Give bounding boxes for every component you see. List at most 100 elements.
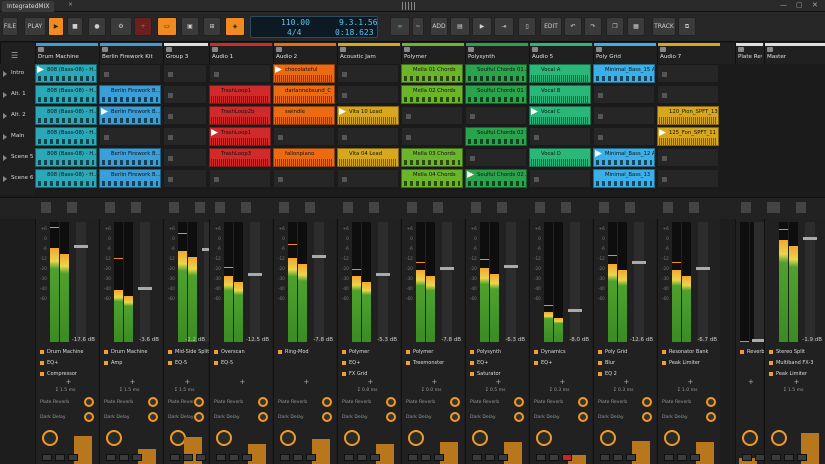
- clip[interactable]: 808 (Bass-08) - H...: [35, 85, 97, 104]
- clip-slot[interactable]: [99, 64, 161, 83]
- device-power-icon[interactable]: [168, 349, 172, 354]
- mixer-io-icon[interactable]: [741, 202, 751, 213]
- device-slot[interactable]: Ring-Mod: [278, 349, 309, 355]
- mute-button[interactable]: [600, 454, 610, 461]
- minimize-icon[interactable]: —: [780, 1, 787, 9]
- scene-launch-icon[interactable]: [3, 176, 7, 182]
- slot-stop-icon[interactable]: [598, 93, 603, 98]
- clip[interactable]: Minimal_Bass_12 A: [593, 148, 655, 167]
- mixer-view-icon[interactable]: [131, 202, 141, 213]
- mixer-view-icon[interactable]: [689, 202, 699, 213]
- clip[interactable]: Berlin Firework B...: [99, 85, 161, 104]
- shuffle-icon[interactable]: ~: [412, 17, 424, 36]
- mixer-io-icon[interactable]: [471, 202, 481, 213]
- send-knob[interactable]: [450, 397, 460, 407]
- send-knob[interactable]: [84, 397, 94, 407]
- clip-slot[interactable]: [163, 64, 207, 83]
- clip[interactable]: Vocal A: [529, 64, 591, 83]
- clip-slot[interactable]: [163, 148, 207, 167]
- slot-stop-icon[interactable]: [342, 93, 347, 98]
- fader-thumb[interactable]: [568, 309, 582, 312]
- clip-slot[interactable]: [657, 85, 719, 104]
- device-power-icon[interactable]: [662, 349, 666, 354]
- slot-stop-icon[interactable]: [104, 135, 109, 140]
- mixer-io-icon[interactable]: [663, 202, 673, 213]
- volume-fader[interactable]: [138, 222, 152, 342]
- file-menu-button[interactable]: FILE: [2, 17, 18, 36]
- fader-thumb[interactable]: [312, 255, 326, 258]
- add-device-button[interactable]: +: [432, 378, 438, 386]
- time-signature-readout[interactable]: 4/4: [287, 28, 301, 37]
- clip-slot[interactable]: [163, 85, 207, 104]
- clip-slot[interactable]: [337, 64, 399, 83]
- edit-menu-button[interactable]: EDIT: [540, 17, 562, 36]
- device-slot[interactable]: Dynamics: [534, 349, 566, 355]
- mixer-view-icon[interactable]: [497, 202, 507, 213]
- send-knob[interactable]: [642, 397, 652, 407]
- clip[interactable]: Soulful Chords 01 B: [465, 85, 527, 104]
- export-icon[interactable]: ⇥: [494, 17, 514, 36]
- device-slot[interactable]: EQ+: [40, 360, 58, 366]
- slot-stop-icon[interactable]: [168, 72, 173, 77]
- send-knob[interactable]: [194, 412, 204, 422]
- track-header-5[interactable]: Acoustic Jam: [337, 43, 400, 64]
- clip-slot[interactable]: [657, 148, 719, 167]
- clip-slot[interactable]: [273, 169, 335, 188]
- scene-row-0[interactable]: Intro: [0, 64, 35, 84]
- record-button[interactable]: ●: [88, 17, 106, 36]
- slot-stop-icon[interactable]: [662, 72, 667, 77]
- send-knob[interactable]: [706, 397, 716, 407]
- mute-button[interactable]: [216, 454, 226, 461]
- clip-play-icon[interactable]: [275, 66, 282, 73]
- fader-thumb[interactable]: [440, 267, 454, 270]
- clip-play-icon[interactable]: [659, 129, 666, 136]
- send-knob[interactable]: [84, 412, 94, 422]
- save-icon[interactable]: ▤: [450, 17, 470, 36]
- mute-button[interactable]: [42, 454, 52, 461]
- slot-stop-icon[interactable]: [598, 114, 603, 119]
- volume-fader[interactable]: [696, 222, 710, 342]
- send-knob[interactable]: [642, 412, 652, 422]
- device-slot[interactable]: Peak Limiter: [769, 371, 807, 377]
- device-power-icon[interactable]: [214, 349, 218, 354]
- device-power-icon[interactable]: [104, 360, 108, 365]
- solo-button[interactable]: [421, 454, 431, 461]
- device-power-icon[interactable]: [40, 360, 44, 365]
- send-knob[interactable]: [322, 397, 332, 407]
- device-power-icon[interactable]: [470, 371, 474, 376]
- slot-stop-icon[interactable]: [214, 177, 219, 182]
- track-header-12[interactable]: Master: [764, 43, 825, 64]
- arm-button[interactable]: [498, 454, 508, 461]
- mixer-io-icon[interactable]: [279, 202, 289, 213]
- pan-knob[interactable]: [216, 430, 232, 446]
- slot-stop-icon[interactable]: [662, 156, 667, 161]
- mute-button[interactable]: [664, 454, 674, 461]
- device-slot[interactable]: Peak Limiter: [662, 360, 700, 366]
- clip[interactable]: TrashLoop1: [209, 127, 271, 146]
- device-slot[interactable]: EQ-5: [214, 360, 233, 366]
- clip-slot[interactable]: [337, 85, 399, 104]
- loop-button[interactable]: ▭: [157, 17, 177, 36]
- clip[interactable]: Soulful Chords 02 A: [465, 169, 527, 188]
- send-knob[interactable]: [578, 397, 588, 407]
- clip[interactable]: 808 (Bass-08) - H...: [35, 127, 97, 146]
- slot-stop-icon[interactable]: [168, 177, 173, 182]
- slot-stop-icon[interactable]: [598, 135, 603, 140]
- mute-button[interactable]: [344, 454, 354, 461]
- track-header-11[interactable]: Plate Reverb: [735, 43, 763, 64]
- device-power-icon[interactable]: [168, 360, 172, 365]
- clip[interactable]: Mella 02 Chords: [401, 85, 463, 104]
- clip-slot[interactable]: [163, 169, 207, 188]
- clip[interactable]: 808 (Bass-08) - H...: [35, 106, 97, 125]
- scene-row-4[interactable]: Scene 5: [0, 148, 35, 168]
- solo-button[interactable]: [229, 454, 239, 461]
- clip[interactable]: Mella 04 Chords: [401, 169, 463, 188]
- punch-in-button[interactable]: ▣: [181, 17, 199, 36]
- device-power-icon[interactable]: [598, 371, 602, 376]
- scene-launch-icon[interactable]: [3, 155, 7, 161]
- device-slot[interactable]: Resonator Bank: [662, 349, 708, 355]
- mixer-io-icon[interactable]: [343, 202, 353, 213]
- solo-button[interactable]: [677, 454, 687, 461]
- mute-button[interactable]: [170, 454, 180, 461]
- device-power-icon[interactable]: [470, 360, 474, 365]
